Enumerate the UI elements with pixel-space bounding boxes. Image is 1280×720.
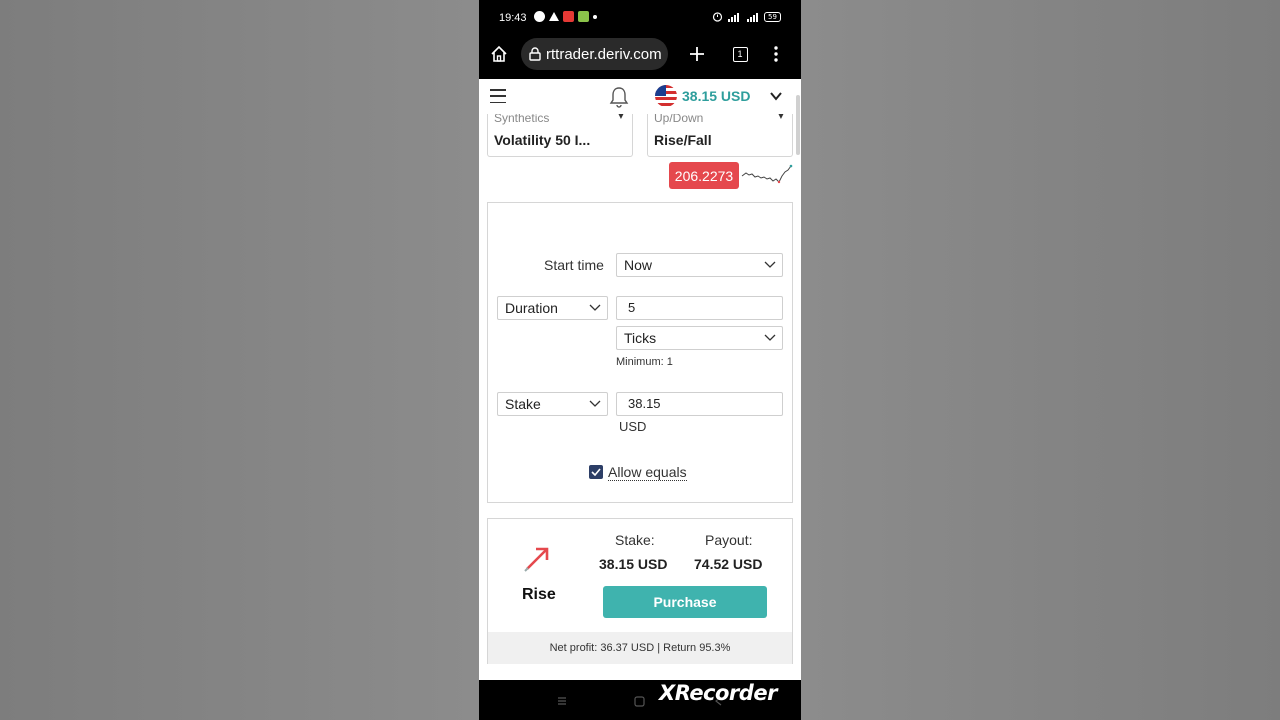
web-page: Synthetics ▼ Volatility 50 I... Up/Down …: [479, 79, 801, 680]
trade-params-form: Start time Now Duration 5 Ticks Minimum:…: [487, 202, 793, 503]
phone-screen: 19:43 59 rttrader.deriv.com 1 Synthetics…: [479, 0, 801, 720]
allow-equals-checkbox[interactable]: [589, 465, 603, 479]
more-notifications-icon: [593, 14, 597, 19]
duration-unit-value: Ticks: [624, 330, 657, 346]
home-icon[interactable]: [489, 44, 509, 64]
duration-minimum-hint: Minimum: 1: [616, 356, 673, 368]
app-header: 38.15 USD: [479, 79, 801, 155]
bell-icon[interactable]: [609, 86, 629, 108]
browser-menu-icon[interactable]: [766, 44, 786, 64]
duration-unit-select[interactable]: Ticks: [616, 326, 783, 350]
contract-type-label: Rise: [522, 586, 556, 603]
new-tab-icon[interactable]: [687, 44, 707, 64]
notification-icons: [534, 11, 597, 22]
status-time: 19:43: [499, 12, 527, 24]
checkmark-icon: [591, 468, 601, 476]
triangle-app-icon: [549, 12, 559, 21]
hamburger-menu-icon[interactable]: [490, 89, 506, 103]
recorder-icon: [563, 11, 574, 22]
stake-label: Stake:: [615, 532, 655, 548]
recents-icon[interactable]: [557, 696, 567, 706]
xrecorder-watermark: XRecorder: [659, 681, 777, 705]
market-selector[interactable]: Synthetics ▼ Volatility 50 I...: [487, 110, 633, 157]
rise-arrow-icon: [524, 547, 549, 572]
trade-type-value: Rise/Fall: [654, 132, 712, 148]
stake-value: 38.15 USD: [599, 556, 668, 572]
allow-equals-label[interactable]: Allow equals: [608, 464, 687, 481]
account-balance[interactable]: 38.15 USD: [682, 88, 750, 104]
url-text: rttrader.deriv.com: [546, 45, 662, 63]
lock-icon: [529, 47, 541, 61]
amount-type-select[interactable]: Stake: [497, 392, 608, 416]
chevron-down-icon: [589, 400, 601, 407]
alarm-icon: [712, 12, 723, 22]
tab-count: 1: [732, 46, 748, 62]
amount-type-value: Stake: [505, 396, 541, 412]
start-time-select[interactable]: Now: [616, 253, 783, 277]
chevron-down-icon: [589, 304, 601, 311]
purchase-button[interactable]: Purchase: [603, 586, 767, 618]
chevron-down-icon[interactable]: [769, 89, 783, 103]
duration-input[interactable]: 5: [616, 296, 783, 320]
currency-label: USD: [619, 419, 647, 434]
price-sparkline: [741, 164, 793, 184]
start-time-label: Start time: [544, 257, 604, 273]
duration-type-select[interactable]: Duration: [497, 296, 608, 320]
chevron-down-icon: [764, 261, 776, 268]
start-time-value: Now: [624, 257, 653, 273]
payout-value: 74.52 USD: [694, 556, 763, 572]
chevron-down-icon: [764, 334, 776, 341]
telegram-icon: [534, 11, 545, 22]
stake-input[interactable]: 38.15: [616, 392, 783, 416]
backdrop-right: [801, 0, 1280, 720]
home-nav-icon[interactable]: [634, 696, 645, 707]
tab-switcher-button[interactable]: 1: [730, 44, 750, 64]
purchase-card: Rise Stake: 38.15 USD Payout: 74.52 USD …: [487, 518, 793, 664]
net-profit-bar: Net profit: 36.37 USD | Return 95.3%: [488, 632, 792, 664]
browser-toolbar: rttrader.deriv.com 1: [479, 38, 801, 79]
status-bar: 19:43 59: [479, 0, 801, 38]
payout-label: Payout:: [705, 532, 753, 548]
backdrop-left: [0, 0, 479, 720]
spot-price-badge: 206.2273: [669, 162, 739, 189]
trade-type-selector[interactable]: Up/Down ▼ Rise/Fall: [647, 110, 793, 157]
duration-type-value: Duration: [505, 300, 558, 316]
us-flag-icon: [655, 85, 677, 107]
url-bar[interactable]: rttrader.deriv.com: [521, 38, 668, 70]
market-value: Volatility 50 I...: [494, 132, 591, 148]
system-icons: 59: [712, 11, 781, 22]
signal-icon-2: [747, 12, 758, 22]
battery-icon: 59: [764, 11, 781, 22]
app-icon: [578, 11, 589, 22]
scrollbar[interactable]: [796, 95, 800, 155]
signal-icon: [728, 12, 739, 22]
